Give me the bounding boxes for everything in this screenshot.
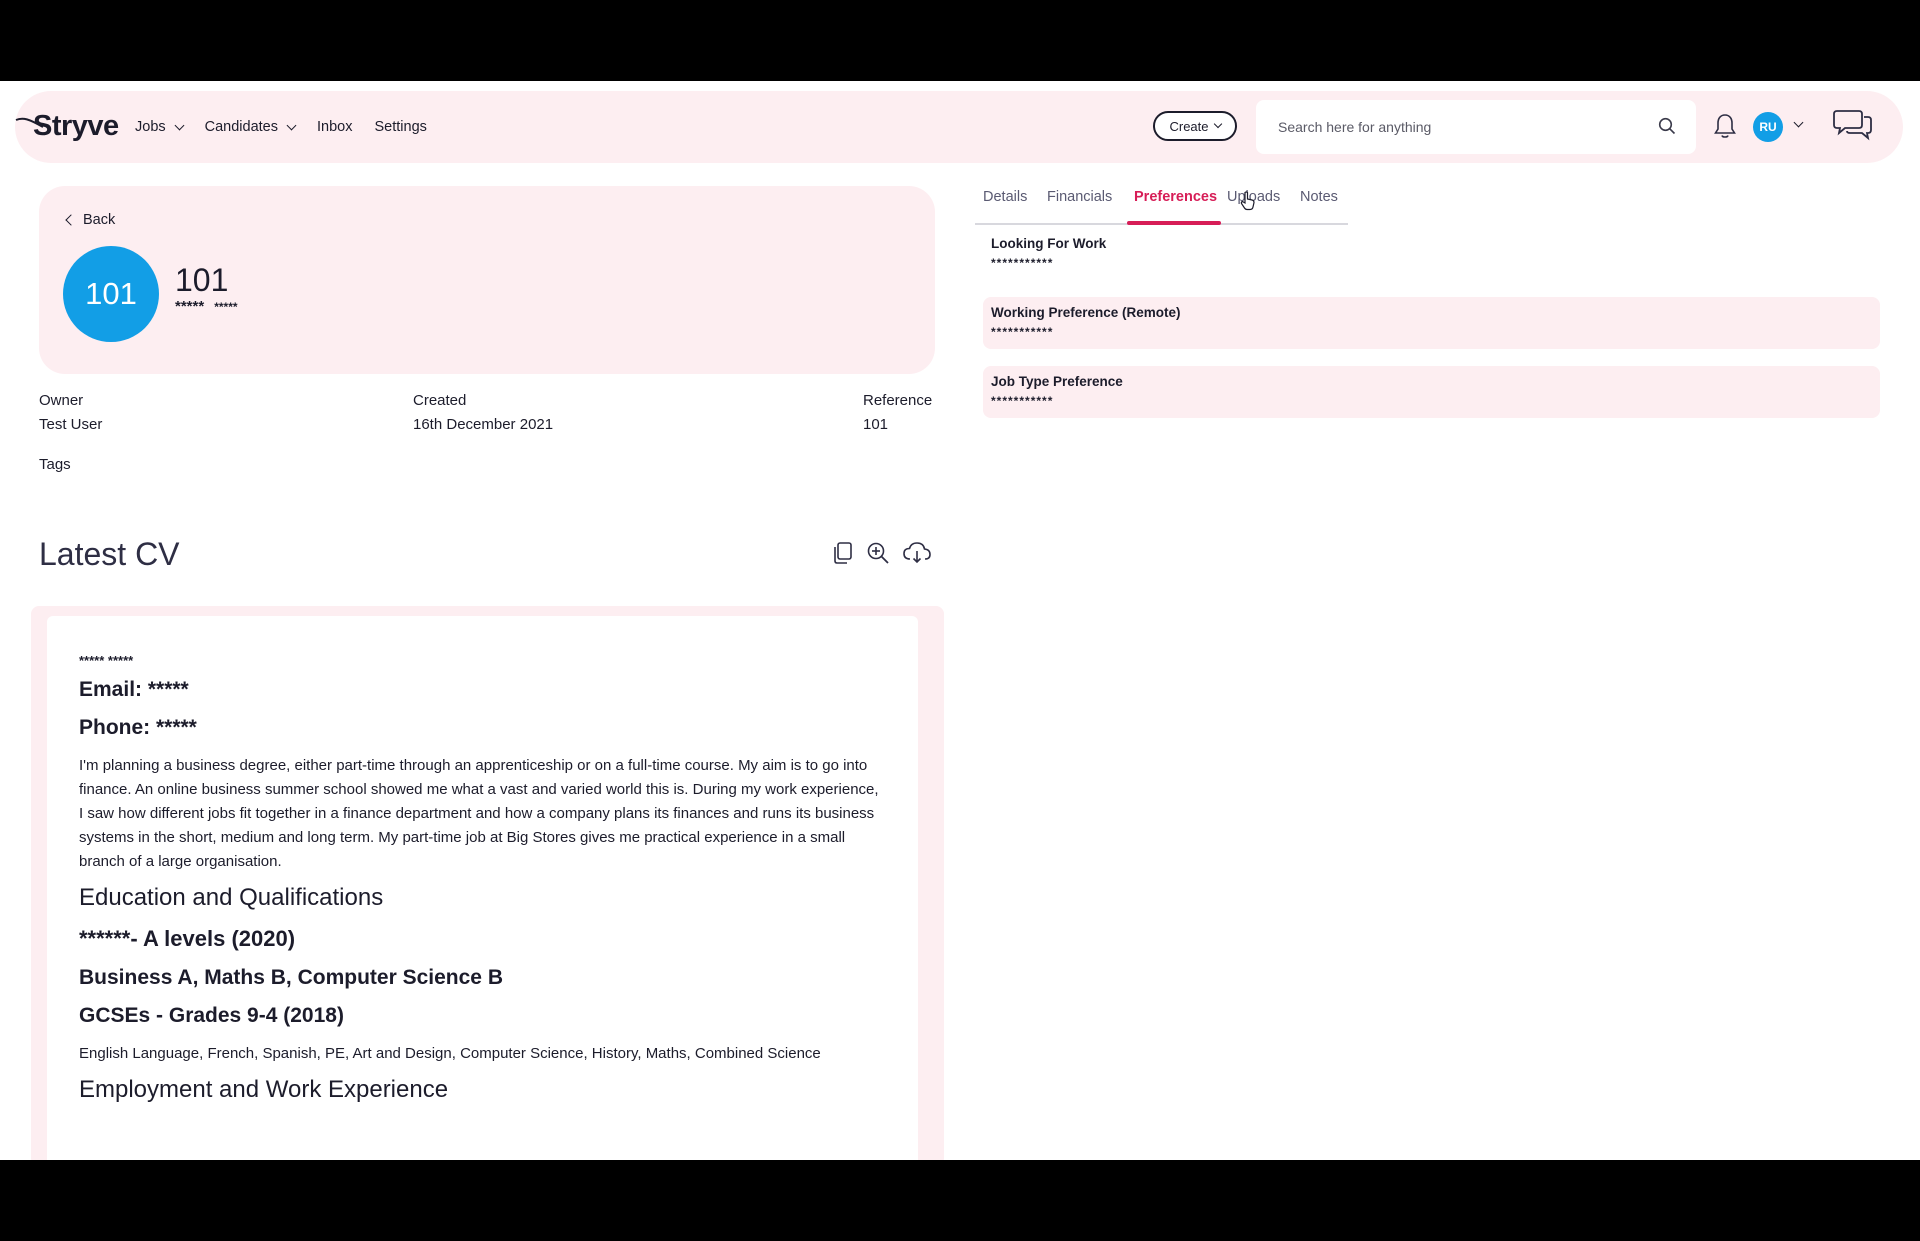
- chat-bubbles-icon[interactable]: [1833, 107, 1873, 141]
- candidate-avatar-text: 101: [85, 276, 137, 311]
- nav-inbox[interactable]: Inbox: [317, 119, 352, 135]
- latest-cv-title: Latest CV: [39, 536, 180, 572]
- preference-value: ***********: [991, 256, 1054, 270]
- nav-jobs-label: Jobs: [135, 119, 166, 135]
- preference-label: Job Type Preference: [991, 374, 1123, 389]
- cv-phone: Phone: *****: [79, 716, 197, 739]
- nav-settings[interactable]: Settings: [374, 119, 426, 135]
- hand-pointer-icon: [1240, 191, 1255, 211]
- candidate-name: 101: [175, 262, 229, 298]
- back-label: Back: [83, 212, 116, 228]
- active-tab-indicator: [1127, 221, 1221, 225]
- logo-text: Stryve: [33, 109, 119, 142]
- user-avatar-initials: RU: [1759, 120, 1777, 134]
- user-avatar[interactable]: RU: [1753, 112, 1783, 142]
- cv-gcse-heading: GCSEs - Grades 9-4 (2018): [79, 1004, 344, 1027]
- zoom-in-icon[interactable]: [866, 541, 890, 565]
- chevron-left-icon: [65, 214, 77, 226]
- cv-alevels-heading: ******- A levels (2020): [79, 926, 296, 951]
- chevron-down-icon[interactable]: [1793, 117, 1804, 128]
- cloud-download-icon[interactable]: [902, 541, 932, 565]
- reference-value: 101: [863, 416, 889, 433]
- nav-jobs[interactable]: Jobs: [135, 119, 185, 135]
- main-nav: Jobs Candidates Inbox Settings: [135, 91, 427, 163]
- cv-employment-heading: Employment and Work Experience: [79, 1076, 449, 1103]
- nav-settings-label: Settings: [374, 119, 427, 135]
- copy-icon[interactable]: [832, 541, 854, 565]
- chevron-down-icon: [286, 120, 297, 130]
- preference-job-type: Job Type Preference ***********: [983, 366, 1880, 418]
- cv-preview-frame: ***** ***** Email: ***** Phone: ***** I'…: [31, 606, 944, 1160]
- candidate-last-masked: *****: [214, 300, 238, 314]
- cv-summary: I'm planning a business degree, either p…: [79, 757, 879, 870]
- nav-candidates[interactable]: Candidates: [204, 119, 297, 135]
- candidate-first-masked: *****: [175, 298, 205, 315]
- chevron-down-icon: [174, 120, 185, 130]
- preference-value: ***********: [991, 394, 1054, 408]
- cv-email: Email: *****: [79, 678, 189, 701]
- owner-label: Owner: [39, 392, 84, 409]
- create-button[interactable]: Create: [1153, 111, 1237, 141]
- nav-inbox-label: Inbox: [317, 119, 353, 135]
- cv-name-masked: ***** *****: [79, 653, 134, 668]
- cv-alevels-subjects: Business A, Maths B, Computer Science B: [79, 966, 503, 989]
- created-label: Created: [413, 392, 467, 409]
- cv-education-heading: Education and Qualifications: [79, 884, 384, 911]
- preference-label: Looking For Work: [991, 236, 1107, 251]
- logo-swoosh-icon: [15, 117, 44, 128]
- app-window: Stryve Jobs Candidates Inbox Settings Cr…: [0, 81, 1920, 1160]
- reference-label: Reference: [863, 392, 933, 409]
- owner-value: Test User: [39, 416, 103, 433]
- search-input[interactable]: [1256, 100, 1636, 154]
- candidate-avatar: 101: [63, 246, 159, 342]
- top-navigation-bar: Stryve Jobs Candidates Inbox Settings Cr…: [15, 91, 1903, 163]
- created-value: 16th December 2021: [413, 416, 554, 433]
- cv-toolbar: [832, 541, 932, 565]
- candidate-tabs: Details Financials Preferences Uploads N…: [975, 181, 1348, 225]
- candidate-profile-card: Back 101 101 ***** *****: [39, 186, 935, 374]
- stryve-logo[interactable]: Stryve: [15, 109, 119, 143]
- nav-candidates-label: Candidates: [204, 119, 278, 135]
- cv-document[interactable]: ***** ***** Email: ***** Phone: ***** I'…: [47, 616, 918, 1160]
- back-link[interactable]: Back: [65, 212, 116, 228]
- chevron-down-icon: [1213, 119, 1222, 129]
- preference-value: ***********: [991, 325, 1054, 339]
- create-button-label: Create: [1169, 118, 1209, 134]
- preference-looking-for-work: Looking For Work ***********: [983, 228, 1880, 280]
- global-search: [1256, 100, 1696, 154]
- tab-details[interactable]: Details: [983, 189, 1027, 205]
- search-icon[interactable]: [1658, 117, 1676, 135]
- tab-financials[interactable]: Financials: [1047, 189, 1112, 205]
- candidate-subtitle: ***** *****: [175, 298, 238, 315]
- cv-gcse-subjects: English Language, French, Spanish, PE, A…: [79, 1045, 821, 1062]
- preference-label: Working Preference (Remote): [991, 305, 1181, 320]
- preference-working-remote: Working Preference (Remote) ***********: [983, 297, 1880, 349]
- tab-notes[interactable]: Notes: [1300, 189, 1338, 205]
- tab-preferences[interactable]: Preferences: [1134, 189, 1217, 205]
- notifications-bell-icon[interactable]: [1713, 112, 1737, 140]
- tags-label: Tags: [39, 456, 71, 473]
